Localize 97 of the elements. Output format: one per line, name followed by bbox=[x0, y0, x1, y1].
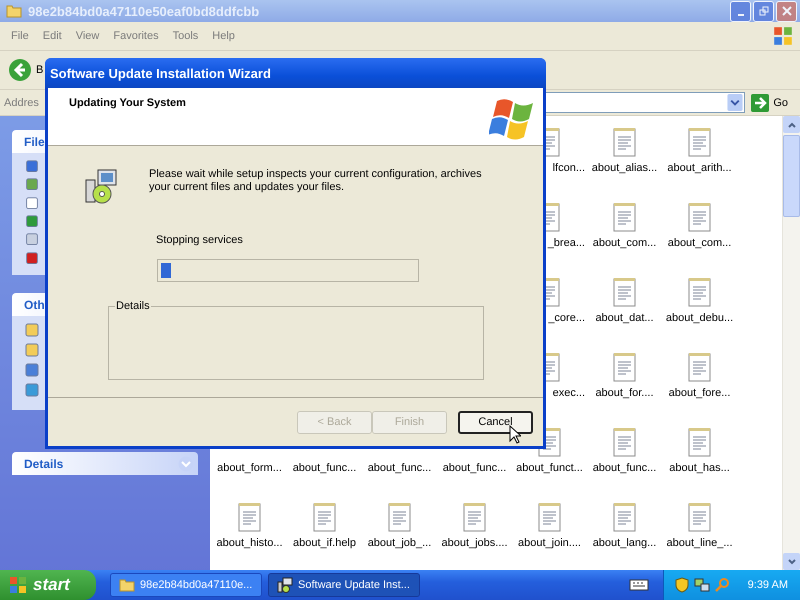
mouse-cursor-icon bbox=[509, 425, 521, 444]
text-file-icon[interactable] bbox=[686, 501, 712, 533]
file-name[interactable]: about_jobs.... bbox=[441, 537, 508, 549]
scroll-down-icon[interactable] bbox=[786, 556, 796, 566]
task-icon[interactable] bbox=[24, 362, 40, 378]
text-file-icon[interactable] bbox=[462, 501, 488, 533]
dialog-message: Please wait while setup inspects your current configuration, archives your current files and updates your files. bbox=[149, 168, 483, 195]
task-icon[interactable] bbox=[24, 322, 40, 338]
minimize-button[interactable] bbox=[730, 0, 751, 22]
text-file-icon[interactable] bbox=[612, 201, 638, 233]
taskbar-button[interactable]: Software Update Inst... bbox=[268, 573, 420, 597]
scrollbar[interactable] bbox=[782, 116, 800, 570]
go-button[interactable]: Go bbox=[749, 94, 796, 112]
file-name[interactable]: about_func... bbox=[442, 462, 506, 474]
file-name[interactable]: _core... bbox=[548, 312, 585, 324]
file-name[interactable]: about_funct... bbox=[516, 462, 583, 474]
text-file-icon[interactable] bbox=[386, 501, 412, 533]
file-name[interactable]: exec... bbox=[552, 387, 585, 399]
task-icon[interactable] bbox=[24, 250, 40, 265]
pane-title: Oth bbox=[24, 298, 45, 312]
shield-icon[interactable] bbox=[674, 577, 690, 593]
computer-disc-icon bbox=[83, 168, 119, 204]
task-icon[interactable] bbox=[24, 159, 40, 174]
file-name[interactable]: about_for.... bbox=[595, 387, 654, 399]
file-name[interactable]: about_line_... bbox=[666, 537, 733, 549]
file-name[interactable]: about_debu... bbox=[666, 312, 734, 324]
file-name[interactable]: about_func... bbox=[292, 462, 356, 474]
folder-icon bbox=[6, 4, 22, 18]
file-name[interactable]: about_alias... bbox=[592, 162, 658, 174]
window-title: 98e2b84bd0a47110e50eaf0bd8ddfcbb bbox=[28, 4, 260, 18]
dialog-title: Software Update Installation Wizard bbox=[45, 58, 546, 88]
file-name[interactable]: about_func... bbox=[368, 462, 432, 474]
text-file-icon[interactable] bbox=[612, 351, 638, 383]
network-icon[interactable] bbox=[694, 577, 710, 593]
text-file-icon[interactable] bbox=[686, 351, 712, 383]
text-file-icon[interactable] bbox=[236, 501, 262, 533]
task-icon[interactable] bbox=[24, 342, 40, 358]
file-name[interactable]: about_arith... bbox=[667, 162, 732, 174]
menu-item[interactable]: Edit bbox=[36, 30, 69, 42]
folder-icon bbox=[119, 578, 135, 592]
clock: 9:39 AM bbox=[748, 579, 788, 591]
pane-header[interactable]: Details bbox=[12, 452, 198, 475]
task-icon[interactable] bbox=[24, 177, 40, 192]
file-name[interactable]: about_com... bbox=[592, 237, 656, 249]
text-file-icon[interactable] bbox=[686, 126, 712, 158]
minimize-icon bbox=[738, 14, 744, 16]
file-name[interactable]: about_if.help bbox=[293, 537, 356, 549]
file-name[interactable]: about_has... bbox=[669, 462, 730, 474]
text-file-icon[interactable] bbox=[612, 501, 638, 533]
menu-item[interactable]: File bbox=[4, 30, 36, 42]
menu-item[interactable]: Tools bbox=[166, 30, 206, 42]
file-name[interactable]: about_com... bbox=[668, 237, 732, 249]
text-file-icon[interactable] bbox=[686, 276, 712, 308]
file-name[interactable]: about_job_... bbox=[368, 537, 432, 549]
task-icon[interactable] bbox=[24, 214, 40, 228]
address-label: Addres bbox=[4, 96, 39, 108]
file-name[interactable]: _brea... bbox=[548, 237, 585, 249]
close-button[interactable] bbox=[776, 0, 797, 22]
computer-disc-icon bbox=[277, 577, 293, 593]
browser-back-button[interactable]: B bbox=[8, 58, 44, 82]
text-file-icon[interactable] bbox=[612, 276, 638, 308]
file-name[interactable]: about_join.... bbox=[518, 537, 581, 549]
windows-logo-icon bbox=[772, 25, 794, 47]
file-name[interactable]: lfcon... bbox=[552, 162, 585, 174]
restore-icon bbox=[758, 6, 768, 16]
file-name[interactable]: about_fore... bbox=[668, 387, 730, 399]
text-file-icon[interactable] bbox=[536, 501, 562, 533]
task-icon[interactable] bbox=[24, 196, 40, 210]
task-icon[interactable] bbox=[24, 232, 40, 247]
dialog-heading: Updating Your System bbox=[69, 97, 186, 111]
taskbar-button[interactable]: 98e2b84bd0a47110e... bbox=[110, 573, 262, 597]
right-arrow-icon bbox=[751, 94, 770, 112]
text-file-icon[interactable] bbox=[686, 201, 712, 233]
file-name[interactable]: about_histo... bbox=[216, 537, 283, 549]
task-icon[interactable] bbox=[24, 382, 40, 398]
dialog-button[interactable]: Cancel bbox=[458, 410, 533, 434]
file-name[interactable]: about_func... bbox=[592, 462, 656, 474]
dropdown-icon[interactable] bbox=[727, 94, 744, 111]
keyboard-icon[interactable] bbox=[628, 578, 649, 592]
pane-title: File bbox=[24, 134, 45, 148]
pane-title: Details bbox=[24, 456, 64, 470]
file-name[interactable]: about_dat... bbox=[595, 312, 654, 324]
text-file-icon[interactable] bbox=[312, 501, 338, 533]
menu-item[interactable]: Favorites bbox=[106, 30, 166, 42]
status-text: Stopping services bbox=[156, 234, 244, 246]
group-label: Details bbox=[115, 300, 151, 312]
file-name[interactable]: about_form... bbox=[217, 462, 282, 474]
close-icon bbox=[782, 6, 792, 16]
restore-button[interactable] bbox=[753, 0, 774, 22]
text-file-icon[interactable] bbox=[612, 126, 638, 158]
menu-item[interactable]: View bbox=[68, 30, 106, 42]
file-name[interactable]: about_lang... bbox=[592, 537, 656, 549]
text-file-icon[interactable] bbox=[686, 426, 712, 458]
text-file-icon[interactable] bbox=[612, 426, 638, 458]
scroll-thumb[interactable] bbox=[783, 135, 800, 217]
windows-logo-icon bbox=[8, 575, 28, 595]
menu-item[interactable]: Help bbox=[205, 30, 242, 42]
